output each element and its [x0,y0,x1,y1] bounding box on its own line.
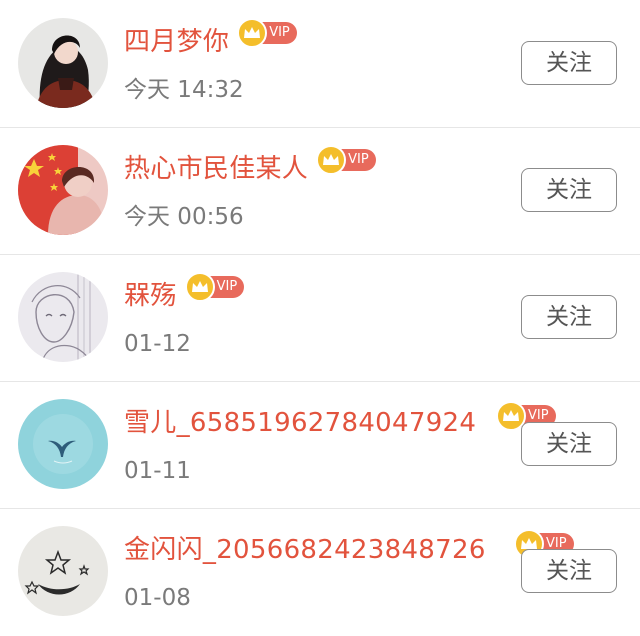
list-item[interactable]: 槑殇 VIP 01-12 关注 [0,254,640,382]
username[interactable]: 槑殇 [124,278,177,314]
vip-badge: VIP [237,18,297,48]
follow-button[interactable]: 关注 [521,295,617,339]
follow-button[interactable]: 关注 [521,422,617,466]
username-line: 金闪闪_2056682423848726 [124,532,486,568]
username-line: 槑殇 VIP [124,272,245,314]
avatar[interactable] [18,526,108,616]
timestamp: 01-11 [124,458,191,484]
vip-badge: VIP [184,272,245,302]
timestamp: 01-12 [124,331,191,357]
list-item[interactable]: 金闪闪_2056682423848726 VIP 01-08 关注 [0,508,640,636]
list-item[interactable]: 热心市民佳某人 VIP 今天 00:56 关注 [0,127,640,255]
avatar[interactable] [18,18,108,108]
vip-badge: VIP [316,145,376,175]
list-item[interactable]: 雪儿_65851962784047924 VIP 01-11 关注 [0,381,640,509]
list-item[interactable]: 四月梦你 VIP 今天 14:32 关注 [0,0,640,128]
crown-icon [316,145,347,175]
avatar[interactable] [18,399,108,489]
vip-badge-label: VIP [528,408,549,423]
crown-icon [184,272,215,302]
timestamp: 今天 00:56 [124,204,244,230]
flag-portrait-avatar [18,145,108,235]
follow-button[interactable]: 关注 [521,41,617,85]
whale-tail-avatar [18,399,108,489]
girl-portrait-avatar [18,18,108,108]
username[interactable]: 雪儿_65851962784047924 [124,405,476,441]
vip-badge-label: VIP [216,279,238,294]
timestamp: 01-08 [124,585,191,611]
moon-stars-avatar [18,526,108,616]
username-line: 雪儿_65851962784047924 [124,405,476,441]
username[interactable]: 四月梦你 [124,24,229,60]
follow-list: 四月梦你 VIP 今天 14:32 关注 热心市民佳某人 VIP 今天 00:5… [0,0,640,632]
anime-sketch-avatar [18,272,108,362]
avatar[interactable] [18,272,108,362]
crown-icon [237,18,268,48]
username[interactable]: 金闪闪_2056682423848726 [124,532,486,568]
avatar[interactable] [18,145,108,235]
vip-badge-label: VIP [269,25,290,40]
follow-button[interactable]: 关注 [521,168,617,212]
follow-button[interactable]: 关注 [521,549,617,593]
username[interactable]: 热心市民佳某人 [124,151,308,187]
username-line: 四月梦你 VIP [124,18,297,60]
username-line: 热心市民佳某人 VIP [124,145,376,187]
vip-badge-label: VIP [348,152,369,167]
timestamp: 今天 14:32 [124,77,244,103]
